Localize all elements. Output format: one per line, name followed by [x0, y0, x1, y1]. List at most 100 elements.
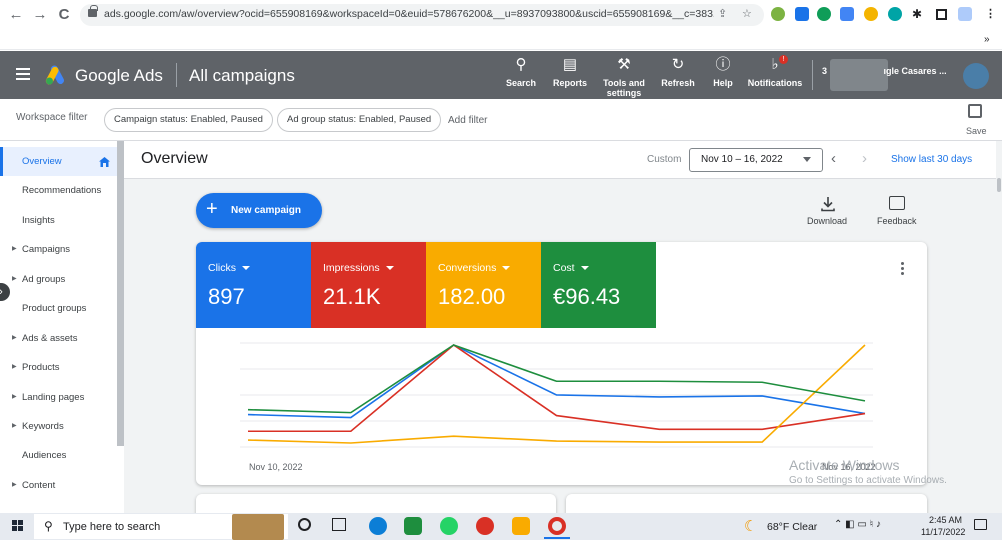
- sidebar-item-content[interactable]: ▶ Content: [0, 471, 117, 500]
- sidebar-item-recommendations[interactable]: Recommendations: [0, 176, 117, 205]
- caret-right-icon: ▶: [12, 482, 17, 488]
- notification-badge: !: [779, 55, 788, 64]
- bell-icon: ♭: [771, 56, 779, 73]
- sidebar-item-insights[interactable]: Insights: [0, 206, 117, 235]
- sidebar-item-audiences[interactable]: Audiences: [0, 441, 117, 470]
- extension-icon[interactable]: [817, 7, 831, 21]
- save-label[interactable]: Save: [966, 126, 987, 136]
- sidebar-scrollbar[interactable]: [117, 141, 124, 446]
- show-last-30-days-link[interactable]: Show last 30 days: [891, 154, 972, 165]
- extension-icon[interactable]: [771, 7, 785, 21]
- bookmarks-overflow-icon[interactable]: »: [984, 34, 990, 45]
- puzzle-extensions-icon[interactable]: ✱: [912, 7, 922, 21]
- sidebar-item-keywords[interactable]: ▶ Keywords: [0, 412, 117, 441]
- caret-right-icon: ▶: [12, 246, 17, 252]
- overview-title: Overview: [141, 150, 208, 167]
- weather-status[interactable]: 68°F Clear: [767, 521, 817, 533]
- sidebar-item-product-groups[interactable]: Product groups: [0, 294, 117, 323]
- forward-button[interactable]: →: [30, 5, 50, 25]
- performance-line-chart: [240, 342, 873, 448]
- help-button[interactable]: ⓘ Help: [710, 56, 736, 88]
- page-scrollbar-thumb[interactable]: [997, 178, 1001, 192]
- account-name[interactable]: 3 ıgle Casares ...: [822, 66, 952, 76]
- translate-extension-icon[interactable]: [840, 7, 854, 21]
- taskbar-search-placeholder[interactable]: Type here to search: [63, 521, 160, 533]
- sidebar-item-label: Landing pages: [22, 392, 85, 403]
- ad-group-status-filter-chip[interactable]: Ad group status: Enabled, Paused: [277, 108, 442, 132]
- metric-label: Impressions: [323, 262, 394, 274]
- edge-icon[interactable]: [369, 517, 387, 535]
- add-filter-button[interactable]: Add filter: [448, 115, 487, 126]
- notifications-label: Notifications: [747, 78, 803, 88]
- activate-windows-hint: Go to Settings to activate Windows.: [789, 475, 947, 486]
- tools-and-settings-button[interactable]: ⚒ Tools and settings: [601, 56, 647, 98]
- metric-value: 21.1K: [323, 284, 381, 309]
- chevron-left-icon[interactable]: ‹: [831, 150, 836, 167]
- sidebar-item-ads-assets[interactable]: ▶ Ads & assets: [0, 324, 117, 353]
- plus-icon[interactable]: +: [206, 198, 218, 221]
- menu-icon[interactable]: [16, 68, 30, 80]
- metric-tile-conversions[interactable]: Conversions 182.00: [426, 242, 541, 328]
- moon-icon[interactable]: ☾: [744, 517, 757, 535]
- avatar[interactable]: [963, 63, 989, 89]
- reload-button[interactable]: C: [54, 5, 74, 25]
- refresh-button[interactable]: ↻ Refresh: [660, 56, 696, 88]
- extension-icon[interactable]: [888, 7, 902, 21]
- chrome-icon[interactable]: [548, 517, 566, 535]
- whatsapp-icon[interactable]: [440, 517, 458, 535]
- action-center-icon[interactable]: [974, 519, 987, 530]
- metric-label: Cost: [553, 262, 589, 274]
- chevron-down-icon[interactable]: [803, 157, 811, 162]
- metric-tile-cost[interactable]: Cost €96.43: [541, 242, 656, 328]
- metric-tile-impressions[interactable]: Impressions 21.1K: [311, 242, 426, 328]
- more-options-icon[interactable]: [901, 262, 905, 276]
- windows-start-icon[interactable]: [12, 520, 24, 532]
- sidebar-item-label: Audiences: [22, 450, 67, 461]
- sidebar-item-products[interactable]: ▶ Products: [0, 353, 117, 382]
- reports-button[interactable]: ▤ Reports: [552, 56, 588, 88]
- share-icon[interactable]: ⇪: [718, 7, 727, 20]
- cortana-icon[interactable]: [298, 518, 311, 531]
- reports-icon: ▤: [562, 56, 578, 73]
- metric-value: 897: [208, 284, 245, 309]
- browser-menu-icon[interactable]: ⋮: [985, 7, 996, 20]
- url-text[interactable]: ads.google.com/aw/overview?ocid=65590816…: [104, 8, 714, 20]
- file-explorer-icon[interactable]: [512, 517, 530, 535]
- page-title[interactable]: All campaigns: [189, 66, 295, 86]
- account-label: ıgle Casares ...: [883, 66, 947, 76]
- workspace-filter-label: Workspace filter: [16, 112, 88, 123]
- sidebar-item-landing-pages[interactable]: ▶ Landing pages: [0, 383, 117, 412]
- app-icon[interactable]: [476, 517, 494, 535]
- active-app-indicator: [544, 537, 570, 539]
- bookmark-star-icon[interactable]: ☆: [742, 7, 752, 20]
- clock-time[interactable]: 2:45 AM: [929, 515, 962, 525]
- excel-icon[interactable]: [404, 517, 422, 535]
- save-icon[interactable]: [968, 104, 982, 118]
- extension-icon[interactable]: [795, 7, 809, 21]
- feedback-icon[interactable]: [889, 196, 905, 210]
- page-scrollbar[interactable]: [996, 141, 1002, 513]
- feedback-label[interactable]: Feedback: [877, 216, 917, 226]
- bookmarks-bar: [0, 30, 1002, 50]
- search-button[interactable]: ⚲ Search: [506, 56, 536, 88]
- download-icon[interactable]: [820, 196, 836, 212]
- caret-right-icon: ▶: [12, 276, 17, 282]
- chart-lines: [247, 343, 866, 444]
- search-highlight-image[interactable]: [232, 514, 284, 540]
- task-view-icon[interactable]: [332, 518, 346, 531]
- sidebar-item-ad-groups[interactable]: ▶ Ad groups: [0, 265, 117, 294]
- date-custom-label: Custom: [647, 154, 682, 165]
- sidebar-item-campaigns[interactable]: ▶ Campaigns: [0, 235, 117, 264]
- campaign-status-filter-chip[interactable]: Campaign status: Enabled, Paused: [104, 108, 273, 132]
- clock-date[interactable]: 11/17/2022: [921, 527, 965, 537]
- sidepanel-icon[interactable]: [936, 9, 947, 20]
- notifications-button[interactable]: ♭ Notifications: [746, 56, 804, 88]
- metric-tile-clicks[interactable]: Clicks 897: [196, 242, 311, 328]
- download-label[interactable]: Download: [807, 216, 847, 226]
- account-id-prefix: 3: [822, 66, 828, 76]
- back-button[interactable]: ←: [6, 5, 26, 25]
- extension-icon[interactable]: [864, 7, 878, 21]
- chevron-right-icon[interactable]: ›: [862, 150, 867, 167]
- system-tray-icons[interactable]: ⌃ ◧ ▭ ♮ ♪: [834, 519, 881, 530]
- profile-icon[interactable]: [958, 7, 972, 21]
